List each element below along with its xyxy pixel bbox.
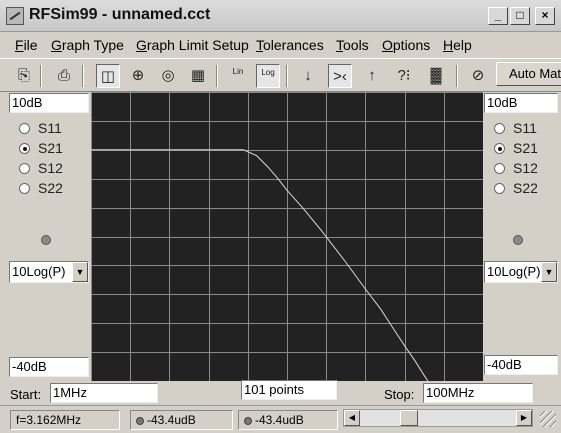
radio-button[interactable]: [19, 163, 30, 174]
menu-options[interactable]: Options: [382, 37, 430, 53]
stop-label: Stop:: [384, 387, 415, 402]
radio-button[interactable]: [19, 143, 30, 154]
minimize-button[interactable]: _: [488, 7, 508, 25]
toolbar-separator: [216, 65, 218, 87]
menu-file[interactable]: File: [15, 37, 38, 53]
frequency-scrollbar[interactable]: ◀ ▶: [343, 409, 533, 427]
copy-icon[interactable]: ⎘: [12, 64, 36, 88]
right-scale-value: 10Log(P): [487, 264, 541, 279]
scroll-left-icon[interactable]: ◀: [344, 410, 360, 426]
app-window: RFSim99 - unnamed.cct _ □ × File Graph T…: [0, 0, 561, 433]
s21-plot[interactable]: [91, 92, 484, 399]
right-marker-indicator-icon: [513, 235, 523, 245]
left-reading-value: -43.4udB: [147, 413, 196, 427]
lin-scale-icon[interactable]: Lin: [226, 64, 250, 88]
menu-bar: File Graph Type Graph Limit Setup Tolera…: [0, 33, 561, 57]
menu-help[interactable]: Help: [443, 37, 472, 53]
toolbar: ⎘ ⎙ ◫ ⊕ ◎ ▦ Lin Log ↓ >‹ ↑ ?⁝ ▓ ⊘: [0, 58, 561, 92]
points-field[interactable]: 101 points: [241, 380, 337, 400]
frequency-readout: f=3.162MHz: [10, 410, 120, 430]
right-reading-cell: -43.4udB: [238, 410, 338, 430]
radio-button[interactable]: [494, 123, 505, 134]
left-bottom-limit-field[interactable]: -40dB: [9, 357, 89, 377]
left-top-limit-field[interactable]: 10dB: [9, 93, 89, 113]
rect-graph-icon[interactable]: ◫: [96, 64, 120, 88]
left-reading-indicator-icon: [136, 417, 144, 425]
menu-tools[interactable]: Tools: [336, 37, 369, 53]
radio-button[interactable]: [494, 163, 505, 174]
app-icon[interactable]: [6, 7, 24, 25]
radio-label: S11: [513, 120, 537, 136]
auto-match-button[interactable]: Auto Match: [496, 62, 561, 86]
title-bar: RFSim99 - unnamed.cct _ □ ×: [0, 0, 561, 32]
maximize-button[interactable]: □: [510, 7, 530, 25]
start-frequency-field[interactable]: 1MHz: [50, 383, 158, 403]
toolbar-separator: [456, 65, 458, 87]
menu-graph-type[interactable]: Graph Type: [51, 37, 124, 53]
radio-label: S22: [38, 180, 63, 196]
tune-icon[interactable]: ?⁝: [392, 64, 416, 88]
scroll-thumb[interactable]: [400, 410, 418, 426]
arrow-up-icon[interactable]: ↑: [360, 64, 384, 88]
left-marker-indicator-icon: [41, 235, 51, 245]
right-top-limit-field[interactable]: 10dB: [484, 93, 558, 113]
right-reading-value: -43.4udB: [255, 413, 304, 427]
chevron-down-icon[interactable]: ▼: [72, 262, 88, 282]
radio-label: S21: [38, 140, 63, 156]
print-icon[interactable]: ⎙: [52, 64, 76, 88]
table-icon[interactable]: ▦: [186, 64, 210, 88]
polar-chart-icon[interactable]: ◎: [156, 64, 180, 88]
menu-tolerances[interactable]: Tolerances: [256, 37, 324, 53]
arrow-down-icon[interactable]: ↓: [296, 64, 320, 88]
right-reading-indicator-icon: [244, 417, 252, 425]
radio-label: S11: [38, 120, 62, 136]
left-scale-select[interactable]: 10Log(P) ▼: [9, 261, 89, 283]
window-title: RFSim99 - unnamed.cct: [29, 6, 211, 23]
toolbar-separator: [40, 65, 42, 87]
radio-button[interactable]: [19, 183, 30, 194]
stop-frequency-field[interactable]: 100MHz: [423, 383, 533, 403]
graph-area[interactable]: [91, 92, 484, 399]
toolbar-separator: [286, 65, 288, 87]
close-button[interactable]: ×: [535, 7, 555, 25]
right-bottom-limit-field[interactable]: -40dB: [484, 355, 558, 375]
radio-button[interactable]: [19, 123, 30, 134]
radio-label: S12: [38, 160, 63, 176]
zoom-in-icon[interactable]: >‹: [328, 64, 352, 88]
smith-chart-icon[interactable]: ⊕: [126, 64, 150, 88]
radio-button[interactable]: [494, 183, 505, 194]
radio-label: S12: [513, 160, 538, 176]
left-scale-value: 10Log(P): [12, 264, 66, 279]
scroll-right-icon[interactable]: ▶: [516, 410, 532, 426]
start-label: Start:: [10, 387, 42, 402]
left-reading-cell: -43.4udB: [130, 410, 233, 430]
right-scale-select[interactable]: 10Log(P) ▼: [484, 261, 558, 283]
clock-icon[interactable]: ⊘: [466, 64, 490, 88]
toolbar-separator: [82, 65, 84, 87]
radio-label: S22: [513, 180, 538, 196]
radio-button[interactable]: [494, 143, 505, 154]
log-scale-icon[interactable]: Log: [256, 64, 280, 88]
chevron-down-icon[interactable]: ▼: [541, 262, 557, 282]
menu-graph-limit-setup[interactable]: Graph Limit Setup: [136, 37, 249, 53]
radio-label: S21: [513, 140, 538, 156]
resize-grip-icon[interactable]: [540, 411, 556, 427]
component-icon[interactable]: ▓: [424, 64, 448, 88]
